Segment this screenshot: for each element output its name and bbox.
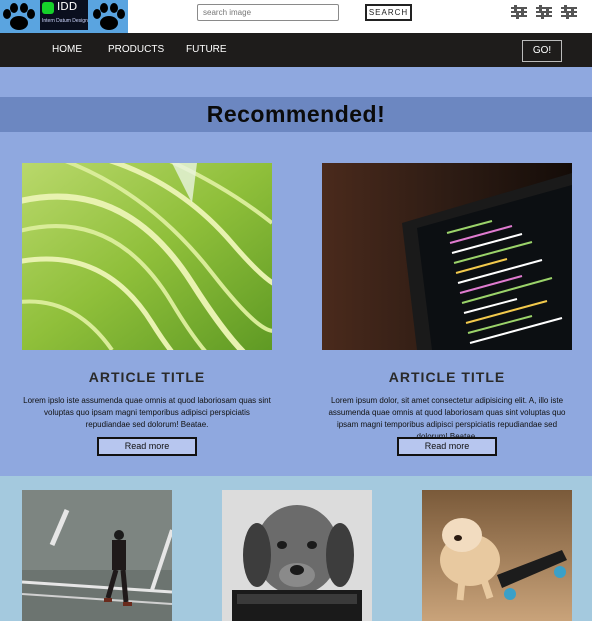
- article-title: ARTICLE TITLE: [88, 369, 206, 385]
- main-nav: HOME PRODUCTS FUTURE GO!: [0, 33, 592, 67]
- go-button[interactable]: GO!: [522, 40, 562, 62]
- paw-icon: [3, 3, 35, 30]
- logo-tagline: Intern Datum Design: [42, 18, 88, 24]
- nav-item-future[interactable]: FUTURE: [186, 44, 227, 55]
- sliders-icon[interactable]: [536, 5, 552, 19]
- paw-icon: [93, 3, 125, 30]
- search-button[interactable]: SEARCH: [365, 4, 412, 21]
- sliders-icon[interactable]: [511, 5, 527, 19]
- gallery-image-dog-laptop[interactable]: [222, 490, 372, 621]
- logo-mark: IDD Intern Datum Design: [40, 0, 88, 30]
- article-text: Lorem ipsum dolor, sit amet consectetur …: [328, 396, 566, 441]
- sliders-icon[interactable]: [561, 5, 577, 19]
- top-bar: IDD Intern Datum Design SEARCH: [0, 0, 592, 33]
- article-image-leaf[interactable]: [22, 163, 272, 350]
- read-more-button[interactable]: Read more: [397, 437, 497, 456]
- article-title: ARTICLE TITLE: [388, 369, 506, 385]
- search-input[interactable]: [197, 4, 339, 21]
- nav-item-home[interactable]: HOME: [52, 44, 82, 55]
- recommended-band: Recommended!: [0, 97, 592, 132]
- logo-gem-icon: [42, 2, 54, 14]
- site-logo[interactable]: IDD Intern Datum Design: [0, 0, 128, 33]
- gallery-image-bulldog-skateboard[interactable]: [422, 490, 572, 621]
- logo-brand: IDD: [57, 0, 78, 13]
- read-more-button[interactable]: Read more: [97, 437, 197, 456]
- article-image-laptop[interactable]: [322, 163, 572, 350]
- gallery-image-man-walking[interactable]: [22, 490, 172, 621]
- article-text: Lorem ipslo iste assumenda quae omnis at…: [23, 396, 271, 429]
- nav-item-products[interactable]: PRODUCTS: [108, 44, 164, 55]
- section-title: Recommended!: [206, 101, 386, 127]
